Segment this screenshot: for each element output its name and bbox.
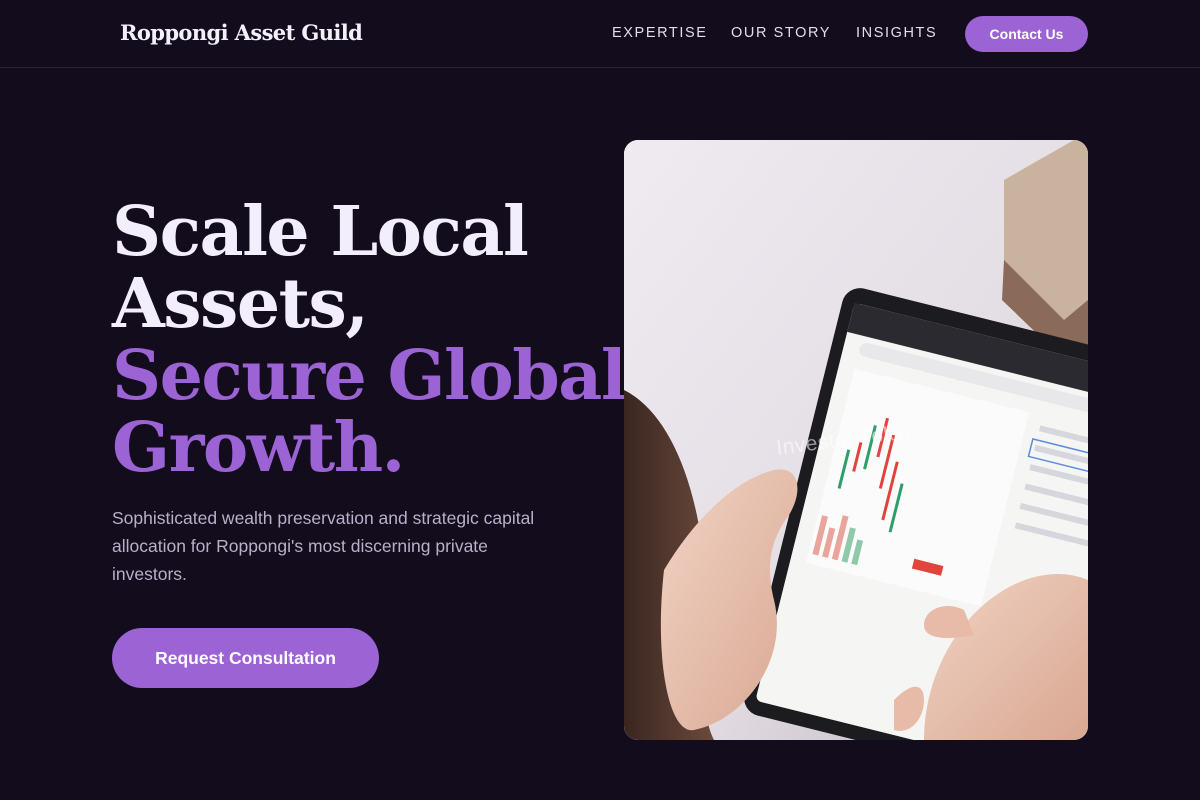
brand-logo[interactable]: Roppongi Asset Guild: [120, 20, 363, 45]
nav-link-our-story[interactable]: OUR STORY: [731, 25, 831, 41]
headline-line: Scale Local: [112, 192, 529, 272]
nav-link-expertise[interactable]: EXPERTISE: [612, 25, 708, 41]
hero-image: Investor Tokyo: [624, 140, 1088, 740]
nav-link-insights[interactable]: INSIGHTS: [856, 25, 937, 41]
hero-subcopy: Sophisticated wealth preservation and st…: [112, 508, 535, 584]
headline-line-accent: Secure Global: [112, 336, 627, 416]
hero-headline: Scale Local Assets, Secure Global Growth…: [112, 192, 627, 488]
headline-line-accent: Growth.: [112, 408, 405, 488]
headline-line: Assets,: [112, 264, 369, 344]
contact-us-button[interactable]: Contact Us: [965, 16, 1088, 52]
request-consultation-button[interactable]: Request Consultation: [112, 628, 379, 688]
top-navigation: Roppongi Asset Guild EXPERTISE OUR STORY…: [0, 0, 1200, 68]
